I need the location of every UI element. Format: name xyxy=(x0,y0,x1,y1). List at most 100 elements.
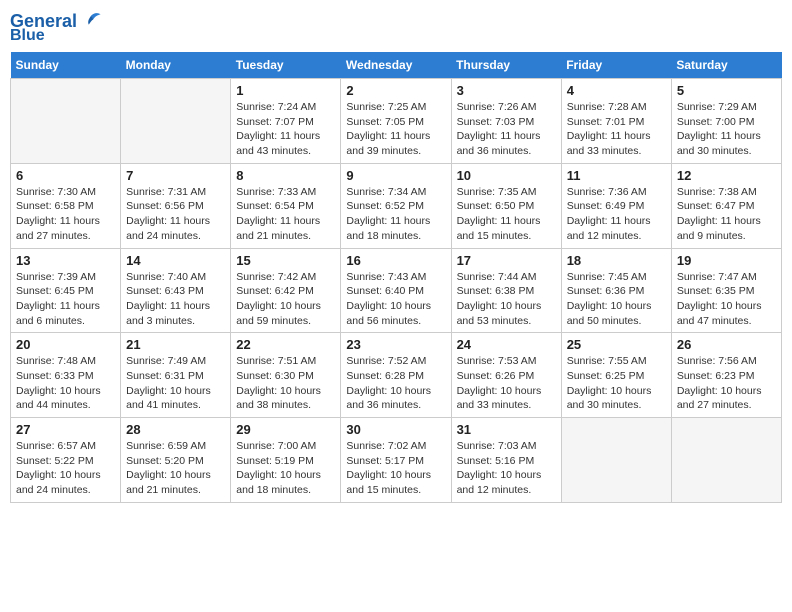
header-row: SundayMondayTuesdayWednesdayThursdayFrid… xyxy=(11,52,782,79)
day-cell: 21 Sunrise: 7:49 AM Sunset: 6:31 PM Dayli… xyxy=(121,333,231,418)
day-info: Sunrise: 7:25 AM Sunset: 7:05 PM Dayligh… xyxy=(346,100,445,159)
day-number: 24 xyxy=(457,337,556,352)
day-cell: 5 Sunrise: 7:29 AM Sunset: 7:00 PM Daylig… xyxy=(671,79,781,164)
day-cell: 30Sunrise: 7:02 AM Sunset: 5:17 PM Dayli… xyxy=(341,418,451,503)
day-cell: 1 Sunrise: 7:24 AM Sunset: 7:07 PM Daylig… xyxy=(231,79,341,164)
day-cell: 15 Sunrise: 7:42 AM Sunset: 6:42 PM Dayli… xyxy=(231,248,341,333)
header-friday: Friday xyxy=(561,52,671,79)
day-cell: 7Sunrise: 7:31 AM Sunset: 6:56 PM Daylig… xyxy=(121,163,231,248)
day-info: Sunrise: 7:40 AM Sunset: 6:43 PM Dayligh… xyxy=(126,270,225,329)
day-number: 29 xyxy=(236,422,335,437)
day-cell: 8 Sunrise: 7:33 AM Sunset: 6:54 PM Daylig… xyxy=(231,163,341,248)
day-info: Sunrise: 7:56 AM Sunset: 6:23 PM Dayligh… xyxy=(677,354,776,413)
header-saturday: Saturday xyxy=(671,52,781,79)
day-info: Sunrise: 7:49 AM Sunset: 6:31 PM Dayligh… xyxy=(126,354,225,413)
calendar-table: SundayMondayTuesdayWednesdayThursdayFrid… xyxy=(10,52,782,503)
day-cell: 22 Sunrise: 7:51 AM Sunset: 6:30 PM Dayli… xyxy=(231,333,341,418)
day-cell: 28Sunrise: 6:59 AM Sunset: 5:20 PM Dayli… xyxy=(121,418,231,503)
day-cell xyxy=(561,418,671,503)
day-cell: 27 Sunrise: 6:57 AM Sunset: 5:22 PM Dayli… xyxy=(11,418,121,503)
day-cell: 14 Sunrise: 7:40 AM Sunset: 6:43 PM Dayli… xyxy=(121,248,231,333)
day-number: 8 xyxy=(236,168,335,183)
day-info: Sunrise: 7:29 AM Sunset: 7:00 PM Dayligh… xyxy=(677,100,776,159)
day-info: Sunrise: 7:51 AM Sunset: 6:30 PM Dayligh… xyxy=(236,354,335,413)
day-cell xyxy=(671,418,781,503)
day-cell: 31 Sunrise: 7:03 AM Sunset: 5:16 PM Dayli… xyxy=(451,418,561,503)
day-cell: 25 Sunrise: 7:55 AM Sunset: 6:25 PM Dayli… xyxy=(561,333,671,418)
day-info: Sunrise: 7:31 AM Sunset: 6:56 PM Dayligh… xyxy=(126,185,225,244)
day-number: 21 xyxy=(126,337,225,352)
day-number: 31 xyxy=(457,422,556,437)
day-info: Sunrise: 7:55 AM Sunset: 6:25 PM Dayligh… xyxy=(567,354,666,413)
week-row-2: 13Sunrise: 7:39 AM Sunset: 6:45 PM Dayli… xyxy=(11,248,782,333)
day-cell: 2 Sunrise: 7:25 AM Sunset: 7:05 PM Daylig… xyxy=(341,79,451,164)
day-number: 30 xyxy=(346,422,445,437)
day-info: Sunrise: 7:36 AM Sunset: 6:49 PM Dayligh… xyxy=(567,185,666,244)
day-number: 19 xyxy=(677,253,776,268)
day-cell: 20 Sunrise: 7:48 AM Sunset: 6:33 PM Dayli… xyxy=(11,333,121,418)
day-info: Sunrise: 7:48 AM Sunset: 6:33 PM Dayligh… xyxy=(16,354,115,413)
day-number: 1 xyxy=(236,83,335,98)
header-monday: Monday xyxy=(121,52,231,79)
day-info: Sunrise: 7:30 AM Sunset: 6:58 PM Dayligh… xyxy=(16,185,115,244)
day-number: 20 xyxy=(16,337,115,352)
day-number: 11 xyxy=(567,168,666,183)
day-number: 28 xyxy=(126,422,225,437)
day-info: Sunrise: 7:35 AM Sunset: 6:50 PM Dayligh… xyxy=(457,185,556,244)
day-cell xyxy=(11,79,121,164)
day-info: Sunrise: 7:33 AM Sunset: 6:54 PM Dayligh… xyxy=(236,185,335,244)
day-cell: 9Sunrise: 7:34 AM Sunset: 6:52 PM Daylig… xyxy=(341,163,451,248)
day-number: 17 xyxy=(457,253,556,268)
day-info: Sunrise: 7:43 AM Sunset: 6:40 PM Dayligh… xyxy=(346,270,445,329)
day-cell: 12Sunrise: 7:38 AM Sunset: 6:47 PM Dayli… xyxy=(671,163,781,248)
day-info: Sunrise: 7:52 AM Sunset: 6:28 PM Dayligh… xyxy=(346,354,445,413)
day-number: 16 xyxy=(346,253,445,268)
day-info: Sunrise: 7:47 AM Sunset: 6:35 PM Dayligh… xyxy=(677,270,776,329)
day-cell: 6Sunrise: 7:30 AM Sunset: 6:58 PM Daylig… xyxy=(11,163,121,248)
day-number: 15 xyxy=(236,253,335,268)
day-cell: 11 Sunrise: 7:36 AM Sunset: 6:49 PM Dayli… xyxy=(561,163,671,248)
page-header: General Blue xyxy=(10,10,782,44)
week-row-4: 27 Sunrise: 6:57 AM Sunset: 5:22 PM Dayli… xyxy=(11,418,782,503)
day-number: 23 xyxy=(346,337,445,352)
day-cell: 23 Sunrise: 7:52 AM Sunset: 6:28 PM Dayli… xyxy=(341,333,451,418)
day-number: 10 xyxy=(457,168,556,183)
day-number: 9 xyxy=(346,168,445,183)
day-info: Sunrise: 7:00 AM Sunset: 5:19 PM Dayligh… xyxy=(236,439,335,498)
day-cell: 18Sunrise: 7:45 AM Sunset: 6:36 PM Dayli… xyxy=(561,248,671,333)
day-info: Sunrise: 7:03 AM Sunset: 5:16 PM Dayligh… xyxy=(457,439,556,498)
day-cell: 17 Sunrise: 7:44 AM Sunset: 6:38 PM Dayli… xyxy=(451,248,561,333)
day-number: 27 xyxy=(16,422,115,437)
day-cell: 3 Sunrise: 7:26 AM Sunset: 7:03 PM Daylig… xyxy=(451,79,561,164)
day-cell: 10 Sunrise: 7:35 AM Sunset: 6:50 PM Dayli… xyxy=(451,163,561,248)
day-info: Sunrise: 7:53 AM Sunset: 6:26 PM Dayligh… xyxy=(457,354,556,413)
day-cell: 16 Sunrise: 7:43 AM Sunset: 6:40 PM Dayli… xyxy=(341,248,451,333)
day-number: 3 xyxy=(457,83,556,98)
header-sunday: Sunday xyxy=(11,52,121,79)
header-thursday: Thursday xyxy=(451,52,561,79)
week-row-0: 1 Sunrise: 7:24 AM Sunset: 7:07 PM Daylig… xyxy=(11,79,782,164)
day-info: Sunrise: 7:24 AM Sunset: 7:07 PM Dayligh… xyxy=(236,100,335,159)
day-number: 25 xyxy=(567,337,666,352)
header-tuesday: Tuesday xyxy=(231,52,341,79)
day-number: 22 xyxy=(236,337,335,352)
day-number: 5 xyxy=(677,83,776,98)
day-info: Sunrise: 7:44 AM Sunset: 6:38 PM Dayligh… xyxy=(457,270,556,329)
day-cell xyxy=(121,79,231,164)
day-cell: 13Sunrise: 7:39 AM Sunset: 6:45 PM Dayli… xyxy=(11,248,121,333)
day-cell: 4Sunrise: 7:28 AM Sunset: 7:01 PM Daylig… xyxy=(561,79,671,164)
day-info: Sunrise: 7:26 AM Sunset: 7:03 PM Dayligh… xyxy=(457,100,556,159)
day-number: 13 xyxy=(16,253,115,268)
day-cell: 29 Sunrise: 7:00 AM Sunset: 5:19 PM Dayli… xyxy=(231,418,341,503)
day-info: Sunrise: 7:42 AM Sunset: 6:42 PM Dayligh… xyxy=(236,270,335,329)
day-info: Sunrise: 6:57 AM Sunset: 5:22 PM Dayligh… xyxy=(16,439,115,498)
day-info: Sunrise: 7:38 AM Sunset: 6:47 PM Dayligh… xyxy=(677,185,776,244)
header-wednesday: Wednesday xyxy=(341,52,451,79)
day-cell: 24 Sunrise: 7:53 AM Sunset: 6:26 PM Dayli… xyxy=(451,333,561,418)
day-cell: 26Sunrise: 7:56 AM Sunset: 6:23 PM Dayli… xyxy=(671,333,781,418)
day-number: 2 xyxy=(346,83,445,98)
week-row-3: 20 Sunrise: 7:48 AM Sunset: 6:33 PM Dayli… xyxy=(11,333,782,418)
day-cell: 19 Sunrise: 7:47 AM Sunset: 6:35 PM Dayli… xyxy=(671,248,781,333)
day-number: 14 xyxy=(126,253,225,268)
logo-bird-icon xyxy=(80,10,102,32)
